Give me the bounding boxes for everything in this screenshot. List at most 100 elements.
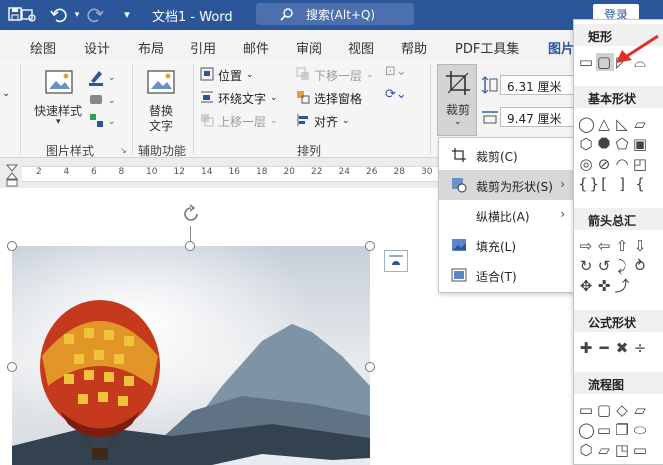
selected-picture[interactable] xyxy=(12,246,370,465)
indent-marker-icon[interactable] xyxy=(5,164,19,191)
selection-pane-icon xyxy=(296,90,310,107)
circular-arrow-shape-icon[interactable]: ⥁ xyxy=(632,257,650,275)
rotate-handle-icon[interactable] xyxy=(181,204,201,227)
block-arc-shape-icon[interactable]: ◠ xyxy=(614,155,632,173)
menu-item-label: 裁剪为形状(S) xyxy=(476,180,553,194)
curved-right-arrow-shape-icon[interactable]: ↻ xyxy=(578,257,596,275)
menu-item-crop[interactable]: 裁剪(C) xyxy=(439,140,575,170)
data-shape-icon[interactable]: ▱ xyxy=(632,401,650,419)
decagon-shape-icon[interactable]: ⬠ xyxy=(614,135,632,153)
picture-border-icon[interactable]: ⌄ xyxy=(88,68,116,89)
rotate-icon[interactable]: ⟳⌄ xyxy=(385,87,407,102)
menu-item-label: 填充(L) xyxy=(476,240,517,254)
undo-icon[interactable] xyxy=(50,6,68,24)
menu-item-crop-to-shape[interactable]: 裁剪为形状(S) › xyxy=(439,170,575,200)
multiply-shape-icon[interactable]: ✖ xyxy=(614,339,632,357)
picture-effects-icon[interactable]: ⌄ xyxy=(88,92,116,111)
hexagon-shape-icon[interactable]: ⬡ xyxy=(578,135,596,153)
tab-design[interactable]: 设计 xyxy=(84,38,110,57)
curved-left-arrow-shape-icon[interactable]: ↺ xyxy=(596,257,614,275)
position-button[interactable]: 位置 ⌄ xyxy=(200,65,254,85)
customize-toolbar-icon[interactable]: ▾ xyxy=(118,6,136,24)
no-symbol-shape-icon[interactable]: ⊘ xyxy=(596,155,614,173)
divide-shape-icon[interactable]: ÷ xyxy=(632,339,650,357)
send-backward-button[interactable]: 下移一层 ⌄ xyxy=(296,65,374,85)
tab-help[interactable]: 帮助 xyxy=(401,38,427,57)
rectangle-shape-icon[interactable]: ▭ xyxy=(578,53,596,71)
tab-mailings[interactable]: 邮件 xyxy=(243,38,269,57)
decision-shape-icon[interactable]: ◇ xyxy=(614,401,632,419)
search-box[interactable]: 搜索(Alt+Q) xyxy=(256,3,414,25)
alt-text-label-2[interactable]: 文字 xyxy=(149,117,173,134)
tab-view[interactable]: 视图 xyxy=(348,38,374,57)
menu-item-fill[interactable]: 填充(L) xyxy=(439,230,575,260)
send-backward-icon xyxy=(296,67,310,84)
right-arrow-shape-icon[interactable]: ⇨ xyxy=(578,237,596,255)
parallelogram-shape-icon[interactable]: ▱ xyxy=(632,115,650,133)
preparation-shape-icon[interactable]: ⬡ xyxy=(578,441,596,459)
right-triangle-shape-icon[interactable]: ◺ xyxy=(614,115,632,133)
tab-review[interactable]: 审阅 xyxy=(296,38,322,57)
up-arrow-shape-icon[interactable]: ⇧ xyxy=(614,237,632,255)
resize-handle[interactable] xyxy=(7,241,17,251)
multidocument-shape-icon[interactable]: ❐ xyxy=(614,421,632,439)
process-shape-icon[interactable]: ▭ xyxy=(578,401,596,419)
plus-shape-icon[interactable]: ✚ xyxy=(578,339,596,357)
menu-item-aspect-ratio[interactable]: 纵横比(A) › xyxy=(439,200,575,230)
brace-pair-shape-icon[interactable]: {} xyxy=(578,175,599,193)
bring-forward-button[interactable]: 上移一层 ⌄ xyxy=(200,111,278,131)
left-arrow-shape-icon[interactable]: ⇦ xyxy=(596,237,614,255)
tab-references[interactable]: 引用 xyxy=(190,38,216,57)
layout-options-button[interactable] xyxy=(384,250,408,272)
resize-handle[interactable] xyxy=(7,362,17,372)
folded-corner-shape-icon[interactable]: ◰ xyxy=(632,155,650,173)
manual-input-shape-icon[interactable]: ▱ xyxy=(596,441,614,459)
alternate-process-shape-icon[interactable]: ▢ xyxy=(596,401,614,419)
connector-shape-icon[interactable]: ◯ xyxy=(578,421,596,439)
redo-icon[interactable] xyxy=(86,6,104,24)
document-shape-icon[interactable]: ▭ xyxy=(596,421,614,439)
chevron-down-icon: ⌄ xyxy=(454,117,462,127)
tab-draw[interactable]: 绘图 xyxy=(30,38,56,57)
align-button[interactable]: 对齐 ⌄ xyxy=(296,111,350,131)
bent-arrow-shape-icon[interactable]: ⤴ xyxy=(614,277,632,295)
undo-dropdown-icon[interactable]: ▾ xyxy=(68,6,86,24)
donut-shape-icon[interactable]: ◎ xyxy=(578,155,596,173)
right-bracket-shape-icon[interactable]: ] xyxy=(614,175,632,193)
frame-shape-icon[interactable]: ▣ xyxy=(632,135,650,153)
tab-picture-format[interactable]: 图片 xyxy=(548,38,574,57)
resize-handle[interactable] xyxy=(365,362,375,372)
punched-tape-shape-icon[interactable]: ▭ xyxy=(632,441,650,459)
chevron-down-icon[interactable]: ⌄ xyxy=(2,88,10,99)
picture-layout-icon[interactable]: ⌄ xyxy=(88,112,116,133)
octagon-shape-icon[interactable]: ⯃ xyxy=(596,135,614,153)
card-shape-icon[interactable]: ◳ xyxy=(614,441,632,459)
terminator-shape-icon[interactable]: ⬭ xyxy=(632,421,650,439)
svg-text:⌄: ⌄ xyxy=(108,73,116,83)
crop-button[interactable]: 裁剪 ⌄ xyxy=(437,64,477,136)
tab-layout[interactable]: 布局 xyxy=(138,38,164,57)
triangle-shape-icon[interactable]: △ xyxy=(596,115,614,133)
down-arrow-shape-icon[interactable]: ⇩ xyxy=(632,237,650,255)
resize-handle[interactable] xyxy=(365,241,375,251)
gallery-section-equation-shapes: 公式形状 xyxy=(574,310,663,332)
minus-shape-icon[interactable]: ━ xyxy=(596,339,614,357)
resize-handle[interactable] xyxy=(185,241,195,251)
cross-arrow-shape-icon[interactable]: ✜ xyxy=(596,277,614,295)
quad-arrow-shape-icon[interactable]: ✥ xyxy=(578,277,596,295)
menu-item-fit[interactable]: 适合(T) xyxy=(439,260,575,290)
oval-shape-icon[interactable]: ◯ xyxy=(578,115,596,133)
u-turn-arrow-shape-icon[interactable]: ⤸ xyxy=(614,257,632,275)
selection-pane-label: 选择窗格 xyxy=(314,91,363,106)
selection-pane-button[interactable]: 选择窗格 xyxy=(296,88,362,108)
tab-pdf-tools[interactable]: PDF工具集 xyxy=(455,38,519,57)
dialog-launcher-icon[interactable]: ↘ xyxy=(120,146,127,155)
left-brace-shape-icon[interactable]: { xyxy=(632,175,650,193)
group-objects-icon[interactable]: ⊡⌄ xyxy=(385,64,407,79)
left-bracket-shape-icon[interactable]: [ xyxy=(596,175,614,193)
touch-mode-icon[interactable] xyxy=(20,6,38,24)
alt-text-icon[interactable] xyxy=(146,68,178,101)
quick-styles-dropdown-icon[interactable]: ▾ xyxy=(56,117,61,127)
wrap-text-button[interactable]: 环绕文字 ⌄ xyxy=(200,88,278,108)
quick-styles-icon[interactable] xyxy=(44,68,76,101)
